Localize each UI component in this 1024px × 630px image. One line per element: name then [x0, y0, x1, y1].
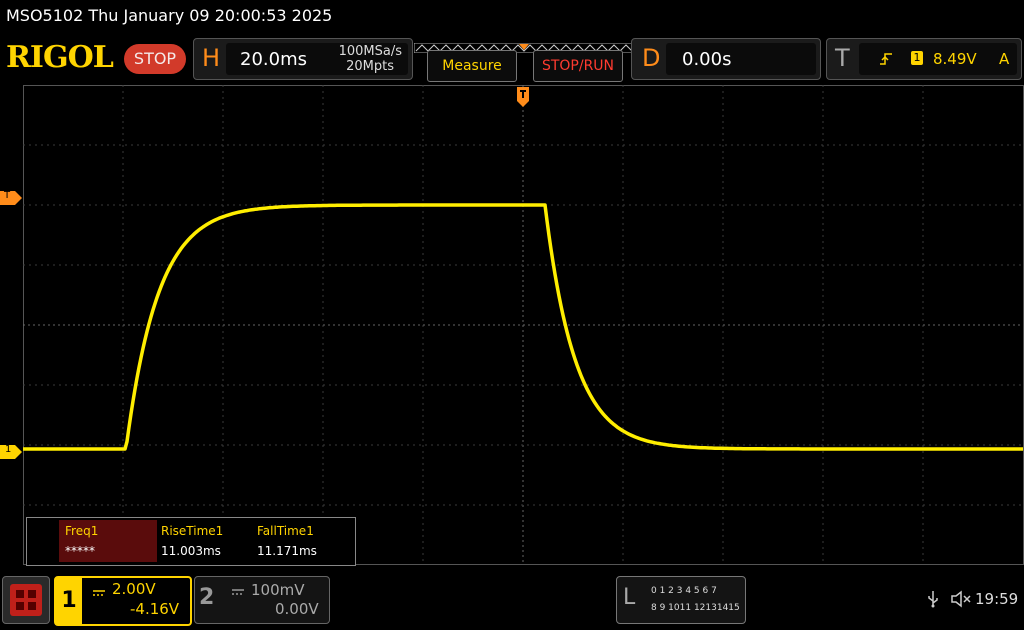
timebase-value: 20.0ms	[240, 49, 307, 70]
rising-edge-icon	[879, 51, 893, 71]
channel2-scale: 100mV	[251, 581, 305, 599]
run-status-badge[interactable]: STOP	[124, 44, 186, 74]
horizontal-letter: H	[202, 44, 221, 72]
digital-row-1: 0 1 2 3 4 5 6 7	[651, 586, 717, 596]
meas-value-fall: 11.171ms	[257, 544, 317, 558]
digital-channels-panel[interactable]: L 0 1 2 3 4 5 6 7 8 9 1011 12131415	[616, 576, 746, 624]
channel2-panel[interactable]: 2 100mV 0.00V	[194, 576, 330, 624]
menu-button[interactable]	[2, 576, 50, 624]
measure-button[interactable]: Measure	[427, 50, 517, 82]
channel1-offset: -4.16V	[130, 600, 180, 618]
meas-header-freq: Freq1	[65, 524, 99, 538]
channel1-offset-marker[interactable]: 1	[0, 444, 22, 459]
channel2-offset: 0.00V	[275, 600, 319, 618]
trigger-level: 8.49V	[933, 50, 977, 68]
delay-readout: 0.00s	[666, 43, 816, 75]
channel2-number: 2	[199, 585, 215, 610]
meas-header-fall: FallTime1	[257, 524, 314, 538]
channel1-panel[interactable]: 1 2.00V -4.16V	[54, 576, 192, 626]
dc-coupling-icon	[92, 584, 106, 603]
digital-letter: L	[623, 585, 636, 610]
memory-depth: 20Mpts	[346, 59, 394, 74]
system-clock: 19:59	[975, 590, 1019, 608]
trigger-marker-label: T	[4, 190, 11, 201]
horizontal-panel[interactable]: H 20.0ms 100MSa/s 20Mpts	[193, 38, 413, 80]
meas-value-freq: *****	[65, 544, 95, 558]
channel1-marker-label: 1	[5, 444, 12, 455]
stop-run-button[interactable]: STOP/RUN	[533, 50, 623, 82]
trigger-source-badge: 1	[911, 51, 923, 65]
trigger-level-marker[interactable]: T	[0, 190, 22, 205]
trigger-panel[interactable]: T 1 8.49V A	[826, 38, 1022, 80]
delay-panel[interactable]: D 0.00s	[631, 38, 821, 80]
meas-value-rise: 11.003ms	[161, 544, 221, 558]
trigger-letter: T	[835, 44, 850, 72]
title-bar: MSO5102 Thu January 09 20:00:53 2025	[0, 0, 1024, 34]
channel1-number: 1	[56, 578, 82, 624]
trigger-readout: 1 8.49V A	[859, 43, 1017, 75]
waveform-svg	[23, 85, 1024, 565]
trigger-mode: A	[999, 50, 1010, 68]
sample-rate: 100MSa/s	[338, 44, 402, 59]
measurement-table[interactable]: Freq1 RiseTime1 FallTime1 ***** 11.003ms…	[26, 517, 356, 566]
channel2-coupling-icon	[231, 583, 245, 602]
device-title: MSO5102 Thu January 09 20:00:53 2025	[6, 6, 333, 25]
horizontal-readout: 20.0ms 100MSa/s 20Mpts	[226, 43, 408, 75]
waveform-display[interactable]	[23, 85, 1024, 565]
trigger-position-strip	[413, 38, 635, 54]
usb-icon	[926, 590, 940, 612]
delay-letter: D	[642, 44, 661, 72]
meas-header-rise: RiseTime1	[161, 524, 224, 538]
rigol-logo: RIGOL	[6, 40, 114, 75]
menu-grid-icon	[10, 584, 42, 616]
digital-row-2: 8 9 1011 12131415	[651, 603, 740, 613]
channel1-scale: 2.00V	[112, 580, 156, 598]
delay-value: 0.00s	[682, 49, 732, 70]
mute-icon[interactable]	[950, 590, 972, 612]
